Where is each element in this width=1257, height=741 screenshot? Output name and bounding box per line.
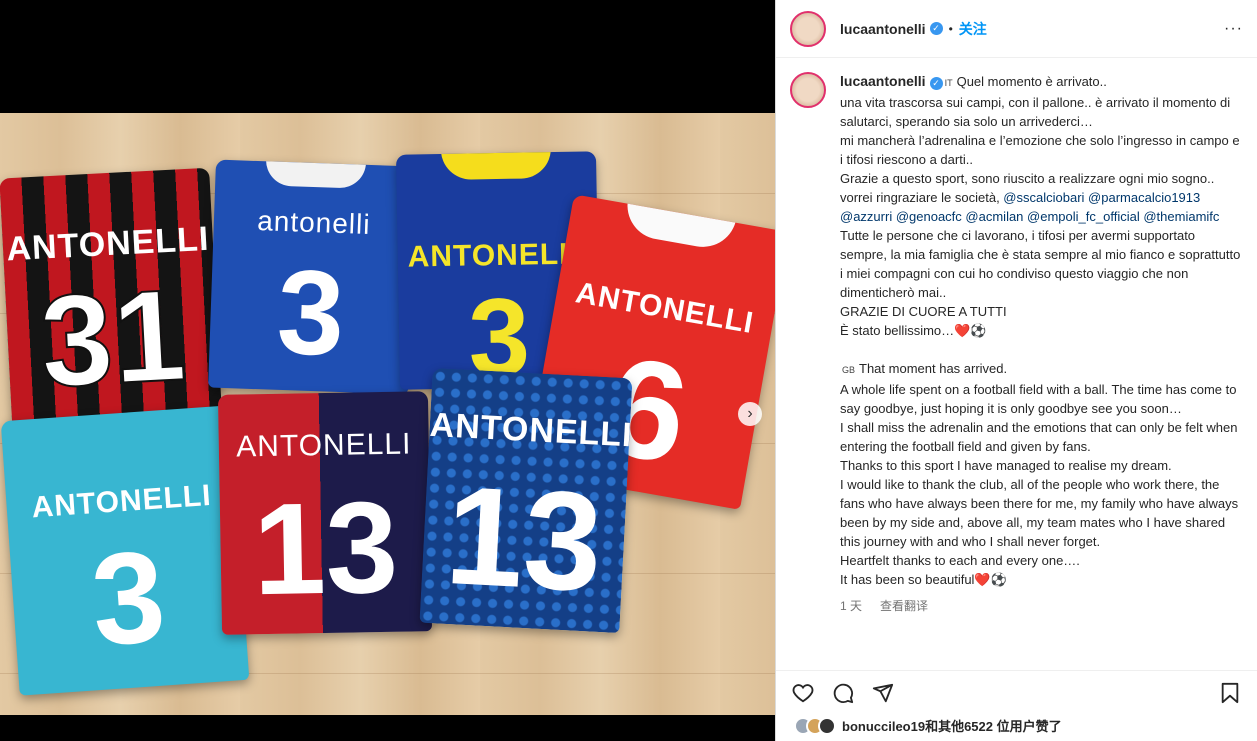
jersey-number: 3 [87,522,170,674]
post-time: 1 天 [840,599,863,613]
avatar[interactable] [790,72,826,108]
heart-icon[interactable] [790,680,816,706]
post-header: lucaantonelli ✓ • 关注 ··· [776,0,1257,58]
chevron-right-icon: › [747,405,753,422]
more-options-button[interactable]: ··· [1224,20,1243,38]
verified-icon: ✓ [929,22,943,35]
jersey-empoli: ANTONELLI 13 [419,367,633,634]
caption-text-it: Quel momento è arrivato.. una vita trasc… [840,74,1240,205]
jersey-number: 31 [36,260,190,415]
mention-link[interactable]: @themiamifc [1143,209,1219,224]
jersey-name: ANTONELLI [428,405,633,455]
separator-dot: • [948,21,953,36]
caption: lucaantonelli ✓ IT Quel momento è arrivato.… [840,72,1243,652]
jersey-name: ANTONELLI [30,478,213,525]
mention-link[interactable]: @azzurri [840,209,892,224]
likes-summary[interactable]: bonuccileo19和其他6522 位用户赞了 [794,716,1062,735]
follow-button[interactable]: 关注 [959,19,987,39]
mention-link[interactable]: @empoli_fc_official [1027,209,1140,224]
jersey-number: 3 [275,244,347,382]
mention-link[interactable]: @genoacfc [896,209,962,224]
likes-text: bonuccileo19和其他6522 位用户赞了 [842,719,1062,734]
username-link[interactable]: lucaantonelli [840,21,926,37]
jersey-number: 13 [252,473,400,623]
caption-meta: 1 天 查看翻译 [840,597,1243,616]
jersey-milan: ANTONELLI 31 [0,167,223,439]
jersey-name: antonelli [256,205,372,241]
jersey-name: ANTONELLI [235,427,412,464]
avatar [818,716,836,735]
comment-icon[interactable] [830,680,856,706]
share-icon[interactable] [870,680,896,706]
post-photo: ANTONELLI 31 antonelli 3 ANTONELLI 3 ANT… [0,113,775,715]
mention-link[interactable]: @acmilan [965,209,1023,224]
caption-username[interactable]: lucaantonelli [840,73,926,89]
translate-link[interactable]: 查看翻译 [880,599,928,613]
next-image-button[interactable]: › [738,402,762,426]
jersey-number: 13 [442,455,606,621]
avatar[interactable] [790,10,826,47]
bookmark-icon[interactable] [1217,680,1243,706]
mention-link[interactable]: @sscalciobari [1003,190,1084,205]
verified-icon: ✓ [929,77,943,90]
post-media: ANTONELLI 31 antonelli 3 ANTONELLI 3 ANT… [0,0,775,741]
mention-link[interactable]: @parmacalcio1913 [1088,190,1200,205]
flag-gb-icon: GB [842,365,856,375]
action-bar [776,670,1257,706]
jersey-italy: antonelli 3 [208,159,416,395]
caption-text-en: That moment has arrived. A whole life sp… [840,361,1239,587]
caption-text-it-2: Tutte le persone che ci lavorano, i tifo… [840,228,1241,338]
post-sidebar: lucaantonelli ✓ • 关注 ··· lucaantonelli ✓ I… [775,0,1257,741]
flag-it-icon: IT [944,78,953,88]
jersey-goalkeeper: ANTONELLI 3 [0,405,250,696]
caption-area: lucaantonelli ✓ IT Quel momento è arrivato.… [776,58,1257,652]
jersey-name: ANTONELLI [5,219,211,269]
post-viewer: ANTONELLI 31 antonelli 3 ANTONELLI 3 ANT… [0,0,1257,741]
jersey-genoa: ANTONELLI 13 [217,391,433,635]
